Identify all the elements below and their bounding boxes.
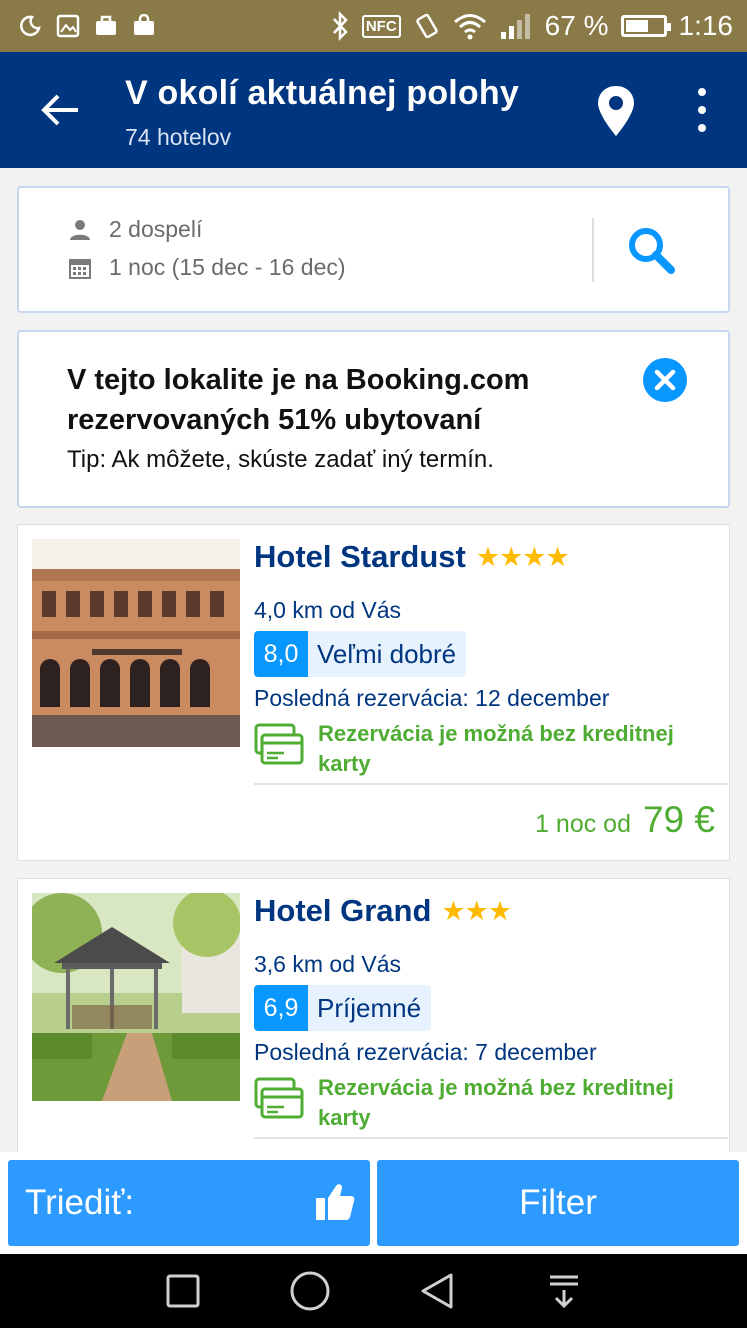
availability-notice: V tejto lokalite je na Booking.com rezer… bbox=[17, 330, 730, 508]
status-notification-icons bbox=[18, 14, 156, 38]
dates-row: 1 noc (15 dec - 16 dec) bbox=[69, 254, 346, 281]
price-value: 79 € bbox=[642, 799, 715, 840]
filter-button[interactable]: Filter bbox=[377, 1160, 739, 1246]
guests-text: 2 dospelí bbox=[109, 216, 203, 242]
notification-shade-button[interactable] bbox=[539, 1266, 589, 1316]
system-nav-bar bbox=[0, 1254, 747, 1328]
no-credit-card-row: Rezervácia je možná bez kreditnej karty bbox=[254, 1073, 714, 1133]
search-icon bbox=[629, 228, 675, 274]
hotel-distance: 3,6 km od Vás bbox=[254, 951, 402, 977]
hotel-title-row: Hotel Grand ★★★ bbox=[254, 893, 512, 929]
signal-icon bbox=[500, 14, 530, 39]
gallery-icon bbox=[56, 14, 80, 38]
review-score: 8,0 Veľmi dobré bbox=[254, 631, 467, 677]
location-pin-icon bbox=[598, 86, 634, 136]
more-dot-icon bbox=[698, 124, 706, 132]
score-label: Veľmi dobré bbox=[308, 631, 467, 677]
no-credit-card-text: Rezervácia je možná bez kreditnej karty bbox=[318, 721, 674, 776]
search-button[interactable] bbox=[615, 214, 687, 286]
recent-apps-button[interactable] bbox=[158, 1266, 208, 1316]
back-button[interactable] bbox=[34, 82, 86, 138]
home-button[interactable] bbox=[285, 1266, 335, 1316]
search-divider bbox=[592, 218, 594, 282]
no-credit-card-text: Rezervácia je možná bez kreditnej karty bbox=[318, 1075, 674, 1130]
vibrate-icon bbox=[415, 13, 438, 39]
triangle-back-icon bbox=[421, 1273, 453, 1309]
star-rating: ★★★ bbox=[441, 895, 512, 926]
bluetooth-icon bbox=[332, 11, 348, 41]
filter-label: Filter bbox=[519, 1183, 597, 1222]
hotel-photo bbox=[32, 539, 240, 747]
hotel-name[interactable]: Hotel Grand bbox=[254, 893, 431, 929]
search-summary-card[interactable]: 2 dospelí 1 noc (15 dec - 16 dec) bbox=[17, 186, 730, 313]
dates-text: 1 noc (15 dec - 16 dec) bbox=[109, 254, 346, 280]
battery-icon bbox=[620, 15, 671, 37]
hotel-title-row: Hotel Stardust ★★★★ bbox=[254, 539, 570, 575]
shopping-bag-icon bbox=[134, 14, 154, 35]
last-booking: Posledná rezervácia: 7 december bbox=[254, 1039, 597, 1065]
thumbs-up-icon bbox=[316, 1184, 355, 1220]
close-notice-button[interactable] bbox=[643, 358, 687, 402]
calendar-icon bbox=[69, 258, 91, 279]
last-booking: Posledná rezervácia: 12 december bbox=[254, 685, 610, 711]
hotel-card[interactable]: Hotel Grand ★★★ 3,6 km od Vás 6,9 Príjem… bbox=[17, 878, 730, 1178]
no-credit-card-row: Rezervácia je možná bez kreditnej karty bbox=[254, 719, 714, 779]
back-arrow-icon bbox=[41, 94, 78, 126]
hotel-name[interactable]: Hotel Stardust bbox=[254, 539, 466, 575]
status-bar: NFC 67 % 1:16 bbox=[0, 0, 747, 52]
card-divider bbox=[254, 1137, 728, 1139]
battery-percent: 67 % bbox=[544, 10, 609, 41]
sort-button[interactable]: Triediť: bbox=[8, 1160, 370, 1246]
moon-icon bbox=[20, 15, 41, 37]
app-bar: V okolí aktuálnej polohy 74 hotelov bbox=[0, 52, 747, 168]
price-row: 1 noc od 79 € bbox=[535, 799, 715, 841]
star-rating: ★★★★ bbox=[475, 541, 570, 572]
bottom-action-bar: Triediť: Filter bbox=[0, 1152, 747, 1254]
hotel-photo bbox=[32, 893, 240, 1101]
hotel-card[interactable]: Hotel Stardust ★★★★ 4,0 km od Vás 8,0 Ve… bbox=[17, 524, 730, 861]
price-label: 1 noc od bbox=[535, 810, 631, 838]
hotel-count: 74 hotelov bbox=[125, 124, 232, 150]
square-icon bbox=[166, 1274, 200, 1308]
map-button[interactable] bbox=[592, 82, 640, 142]
pull-down-icon bbox=[549, 1275, 578, 1309]
credit-card-icon bbox=[254, 1077, 304, 1119]
person-icon bbox=[70, 219, 90, 240]
back-nav-button[interactable] bbox=[412, 1266, 462, 1316]
review-score: 6,9 Príjemné bbox=[254, 985, 432, 1031]
guests-row: 2 dospelí bbox=[69, 216, 202, 243]
wifi-icon bbox=[453, 14, 486, 40]
close-icon bbox=[654, 369, 676, 391]
score-badge: 6,9 bbox=[254, 985, 308, 1031]
more-dot-icon bbox=[698, 88, 706, 96]
credit-card-icon bbox=[254, 723, 304, 765]
nfc-icon: NFC bbox=[361, 14, 401, 38]
status-system-icons: NFC 67 % 1:16 bbox=[330, 10, 733, 42]
circle-icon bbox=[290, 1271, 330, 1311]
more-options-button[interactable] bbox=[688, 88, 716, 132]
briefcase-icon bbox=[96, 15, 116, 35]
hotel-distance: 4,0 km od Vás bbox=[254, 597, 402, 623]
more-dot-icon bbox=[698, 106, 706, 114]
notice-title: V tejto lokalite je na Booking.com rezer… bbox=[67, 364, 530, 436]
clock: 1:16 bbox=[678, 10, 734, 41]
score-label: Príjemné bbox=[308, 985, 432, 1031]
card-divider bbox=[254, 783, 728, 785]
battery-fill bbox=[625, 20, 649, 32]
page-title: V okolí aktuálnej polohy bbox=[125, 74, 519, 112]
notice-tip: Tip: Ak môžete, skúste zadať iný termín. bbox=[67, 446, 494, 473]
sort-label: Triediť: bbox=[25, 1183, 135, 1222]
score-badge: 8,0 bbox=[254, 631, 308, 677]
